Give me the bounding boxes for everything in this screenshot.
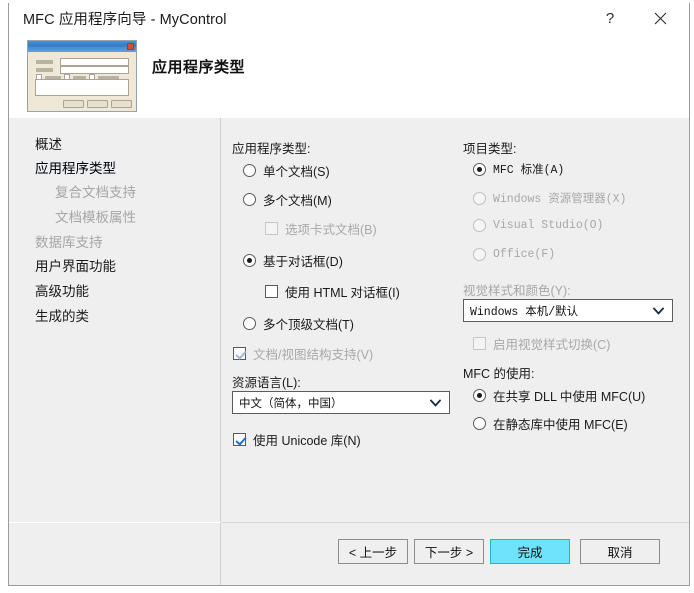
radio-windows-explorer: Windows 资源管理器(X) — [473, 190, 626, 206]
option-label: Windows 资源管理器(X) — [493, 193, 627, 206]
option-label: MFC 标准(A) — [493, 164, 565, 177]
content-panel: 应用程序类型: 单个文档(S) 多个文档(M) 选项卡式文档(B) 基于对话框(… — [221, 118, 689, 522]
thumbnail-field — [60, 66, 129, 74]
radio-use-mfc-static-library[interactable]: 在静态库中使用 MFC(E) — [473, 414, 628, 433]
radio-multiple-top-level-documents[interactable]: 多个顶级文档(T) — [243, 314, 354, 333]
sidebar-item-generated-classes[interactable]: 生成的类 — [35, 308, 89, 325]
dialog-preview-thumbnail — [27, 40, 137, 112]
body-area: 概述 应用程序类型 复合文档支持 文档模板属性 数据库支持 用户界面功能 高级功… — [9, 118, 689, 522]
option-label: 文档/视图结构支持(V) — [253, 348, 374, 362]
cancel-button[interactable]: 取消 — [580, 539, 660, 564]
radio-icon — [473, 417, 486, 430]
thumbnail-button — [87, 100, 108, 108]
option-label: 在共享 DLL 中使用 MFC(U) — [493, 390, 646, 404]
mfc-wizard-dialog: MFC 应用程序向导 - MyControl ? 应用程序类型 概述 应用程序类… — [8, 3, 690, 586]
radio-icon — [473, 162, 486, 176]
option-label: Office(F) — [493, 248, 556, 261]
option-label: 启用视觉样式切换(C) — [493, 338, 611, 352]
window-title: MFC 应用程序向导 - MyControl — [23, 12, 227, 28]
checkbox-icon — [265, 222, 278, 235]
thumbnail-label — [36, 68, 53, 72]
thumbnail-textarea — [35, 79, 129, 96]
visual-style-combobox[interactable]: Windows 本机/默认 — [463, 299, 673, 322]
option-label: 在静态库中使用 MFC(E) — [493, 418, 628, 432]
option-label: 多个文档(M) — [263, 194, 332, 208]
option-label: 单个文档(S) — [263, 165, 330, 179]
radio-single-document[interactable]: 单个文档(S) — [243, 161, 330, 180]
back-button[interactable]: < 上一步 — [338, 539, 408, 564]
radio-icon — [473, 219, 486, 232]
checkbox-icon — [473, 337, 486, 350]
next-button[interactable]: 下一步 > — [414, 539, 484, 564]
sidebar-item-user-interface[interactable]: 用户界面功能 — [35, 258, 116, 275]
radio-icon — [473, 248, 486, 261]
thumbnail-titlebar — [28, 41, 136, 52]
thumbnail-button — [111, 100, 132, 108]
checkbox-icon — [233, 347, 246, 360]
sidebar-item-overview[interactable]: 概述 — [35, 136, 62, 153]
checkbox-use-unicode-library[interactable]: 使用 Unicode 库(N) — [233, 430, 361, 449]
radio-office: Office(F) — [473, 248, 555, 261]
close-icon — [654, 12, 666, 24]
radio-icon — [243, 193, 256, 206]
checkbox-document-view-support: 文档/视图结构支持(V) — [233, 344, 373, 363]
vertical-divider — [220, 523, 221, 585]
checkbox-icon — [265, 285, 278, 298]
chevron-down-icon — [653, 307, 664, 314]
option-label: 使用 HTML 对话框(I) — [285, 286, 400, 300]
resource-language-label: 资源语言(L): — [232, 376, 301, 390]
checkbox-enable-visual-style-switching: 启用视觉样式切换(C) — [473, 334, 610, 353]
thumbnail-button — [63, 100, 84, 108]
thumbnail-close-icon — [127, 43, 134, 50]
radio-icon — [473, 389, 486, 402]
radio-visual-studio: Visual Studio(O) — [473, 219, 603, 232]
option-label: 多个顶级文档(T) — [263, 318, 354, 332]
title-bar: MFC 应用程序向导 - MyControl ? — [9, 3, 689, 33]
project-type-group-label: 项目类型: — [463, 142, 517, 156]
finish-button[interactable]: 完成 — [490, 539, 570, 564]
page-title: 应用程序类型 — [152, 59, 246, 76]
visual-style-label: 视觉样式和颜色(Y): — [463, 284, 571, 298]
option-label: 选项卡式文档(B) — [285, 223, 377, 237]
chevron-down-icon — [430, 399, 441, 406]
radio-icon — [243, 164, 256, 177]
thumbnail-field — [60, 58, 129, 66]
radio-icon — [473, 191, 486, 205]
sidebar-item-application-type[interactable]: 应用程序类型 — [35, 160, 116, 177]
sidebar-item-advanced[interactable]: 高级功能 — [35, 283, 89, 300]
radio-dialog-based[interactable]: 基于对话框(D) — [243, 251, 343, 270]
checkbox-use-html-dialog[interactable]: 使用 HTML 对话框(I) — [265, 282, 400, 301]
option-label: 使用 Unicode 库(N) — [253, 434, 361, 448]
visual-style-value: Windows 本机/默认 — [470, 305, 579, 319]
option-label: Visual Studio(O) — [493, 219, 604, 232]
question-mark-icon: ? — [605, 9, 615, 27]
application-type-group-label: 应用程序类型: — [232, 142, 311, 156]
wizard-step-sidebar: 概述 应用程序类型 复合文档支持 文档模板属性 数据库支持 用户界面功能 高级功… — [9, 118, 220, 522]
sidebar-item-database-support: 数据库支持 — [35, 235, 103, 250]
resource-language-combobox[interactable]: 中文（简体，中国） — [232, 391, 450, 414]
help-button[interactable]: ? — [589, 3, 631, 33]
radio-icon — [243, 317, 256, 330]
radio-use-mfc-shared-dll[interactable]: 在共享 DLL 中使用 MFC(U) — [473, 386, 645, 405]
radio-multiple-documents[interactable]: 多个文档(M) — [243, 190, 332, 209]
checkbox-icon — [233, 433, 246, 446]
mfc-usage-group-label: MFC 的使用: — [463, 367, 535, 381]
resource-language-value: 中文（简体，中国） — [239, 397, 343, 411]
radio-mfc-standard[interactable]: MFC 标准(A) — [473, 161, 564, 177]
footer-button-bar: < 上一步 下一步 > 完成 取消 — [9, 523, 689, 585]
option-label: 基于对话框(D) — [263, 255, 343, 269]
radio-icon — [243, 254, 256, 267]
sidebar-item-document-template: 文档模板属性 — [55, 210, 136, 225]
header-band: 应用程序类型 — [9, 33, 689, 118]
thumbnail-label — [36, 60, 53, 64]
footer-left-panel — [9, 523, 220, 585]
checkbox-tabbed-documents: 选项卡式文档(B) — [265, 219, 377, 238]
close-button[interactable] — [639, 3, 681, 33]
sidebar-item-compound-document: 复合文档支持 — [55, 185, 136, 200]
